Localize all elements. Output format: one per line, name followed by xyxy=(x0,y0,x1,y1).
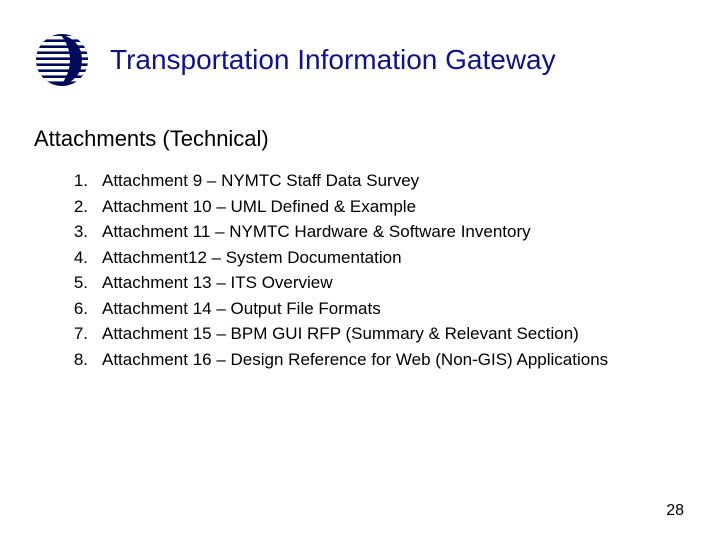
list-number: 7. xyxy=(70,321,102,347)
list-text: Attachment12 – System Documentation xyxy=(102,245,402,271)
list-number: 6. xyxy=(70,296,102,322)
list-item: 5. Attachment 13 – ITS Overview xyxy=(70,270,720,296)
list-text: Attachment 9 – NYMTC Staff Data Survey xyxy=(102,168,419,194)
list-item: 8. Attachment 16 – Design Reference for … xyxy=(70,347,720,373)
slide-header: Transportation Information Gateway xyxy=(0,0,720,88)
logo-icon xyxy=(32,32,92,88)
section-subtitle: Attachments (Technical) xyxy=(34,126,720,152)
list-number: 2. xyxy=(70,194,102,220)
list-item: 7. Attachment 15 – BPM GUI RFP (Summary … xyxy=(70,321,720,347)
list-text: Attachment 11 – NYMTC Hardware & Softwar… xyxy=(102,219,531,245)
list-item: 3. Attachment 11 – NYMTC Hardware & Soft… xyxy=(70,219,720,245)
list-item: 1. Attachment 9 – NYMTC Staff Data Surve… xyxy=(70,168,720,194)
list-number: 1. xyxy=(70,168,102,194)
list-text: Attachment 10 – UML Defined & Example xyxy=(102,194,416,220)
list-text: Attachment 13 – ITS Overview xyxy=(102,270,333,296)
list-text: Attachment 14 – Output File Formats xyxy=(102,296,381,322)
list-number: 4. xyxy=(70,245,102,271)
list-text: Attachment 15 – BPM GUI RFP (Summary & R… xyxy=(102,321,579,347)
attachment-list: 1. Attachment 9 – NYMTC Staff Data Surve… xyxy=(70,168,720,372)
slide-title: Transportation Information Gateway xyxy=(110,44,556,76)
list-number: 8. xyxy=(70,347,102,373)
list-item: 6. Attachment 14 – Output File Formats xyxy=(70,296,720,322)
list-item: 4. Attachment12 – System Documentation xyxy=(70,245,720,271)
list-item: 2. Attachment 10 – UML Defined & Example xyxy=(70,194,720,220)
page-number: 28 xyxy=(666,502,684,520)
list-number: 5. xyxy=(70,270,102,296)
list-number: 3. xyxy=(70,219,102,245)
list-text: Attachment 16 – Design Reference for Web… xyxy=(102,347,608,373)
